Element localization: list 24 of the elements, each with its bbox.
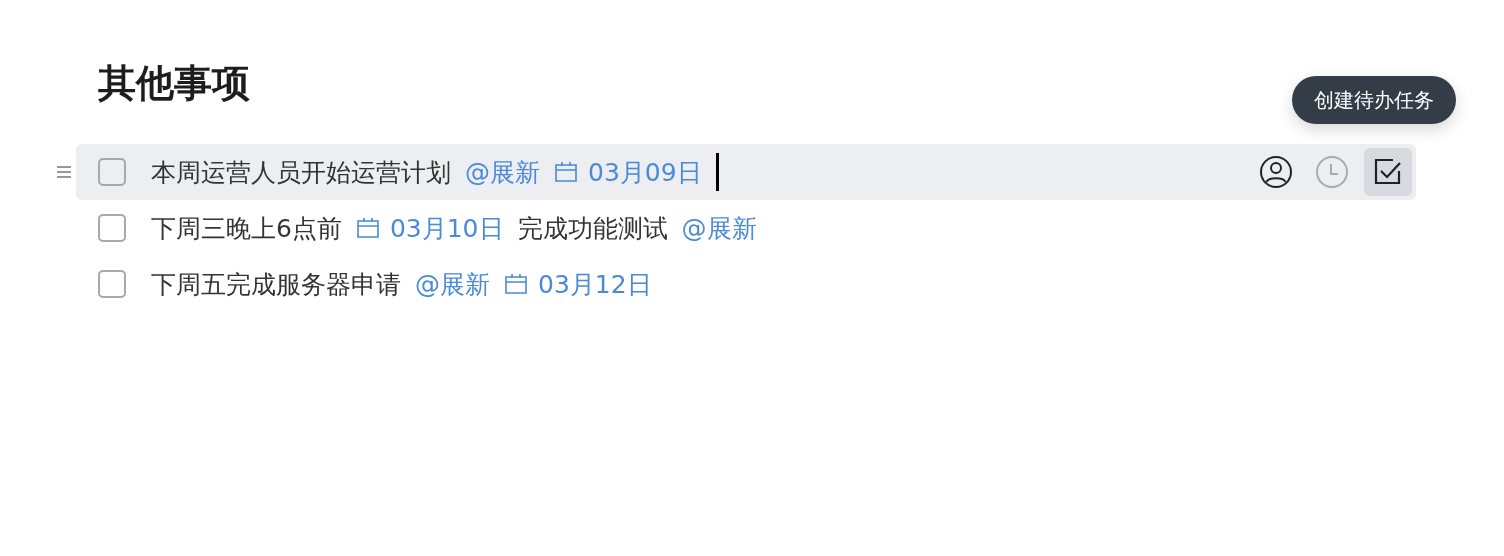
mention-link[interactable]: @展新 (415, 267, 490, 301)
calendar-icon (554, 161, 578, 183)
task-text: 完成功能测试 (517, 212, 668, 245)
drag-handle-icon[interactable] (56, 164, 72, 180)
calendar-icon (355, 217, 380, 239)
checkbox[interactable] (98, 158, 126, 186)
task-text: 下周三晚上6点前 (151, 212, 342, 245)
text-cursor (715, 153, 719, 191)
due-date[interactable]: 03月09日 (588, 155, 702, 189)
due-date[interactable]: 03月12日 (538, 267, 652, 301)
person-icon (1259, 155, 1293, 189)
calendar-icon (504, 273, 528, 295)
clock-icon (1315, 155, 1349, 189)
task-text: 本周运营人员开始运营计划 (151, 156, 451, 189)
mention-link[interactable]: @展新 (681, 211, 757, 245)
task-text: 下周五完成服务器申请 (151, 268, 401, 301)
checkbox[interactable] (98, 214, 126, 242)
due-date[interactable]: 03月10日 (389, 211, 504, 245)
section-title: 其他事项 (98, 60, 250, 107)
todo-button[interactable] (1364, 148, 1412, 196)
checkbox[interactable] (98, 270, 126, 298)
mention-link[interactable]: @展新 (465, 155, 540, 189)
tooltip: 创建待办任务 (1292, 76, 1456, 124)
checkbox-icon (1373, 157, 1403, 187)
